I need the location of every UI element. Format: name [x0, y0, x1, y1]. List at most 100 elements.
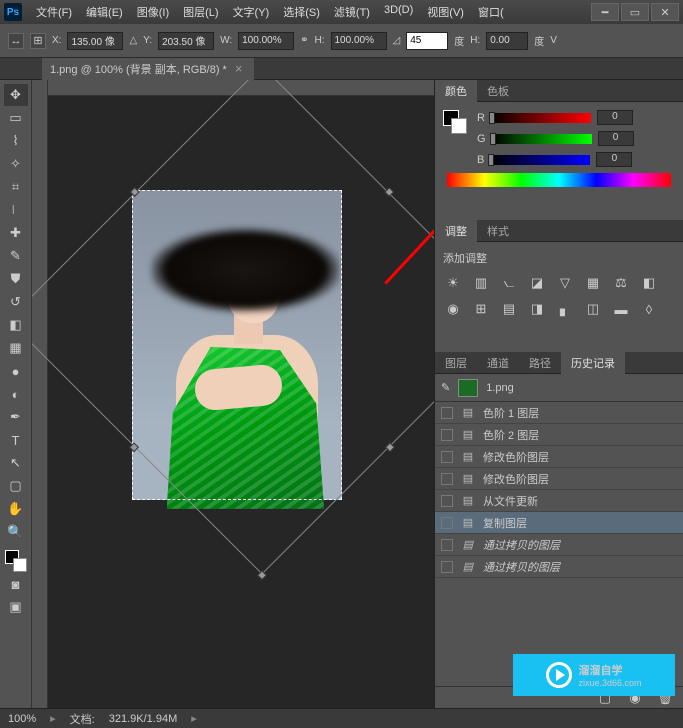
marquee-tool[interactable]: ▭ [4, 107, 28, 129]
close-tab-icon[interactable]: × [235, 61, 243, 76]
vibrance-icon[interactable]: ▽ [555, 274, 575, 292]
delta-icon[interactable]: △ [129, 35, 137, 46]
menu-select[interactable]: 选择(S) [277, 1, 326, 23]
photo-filter-icon[interactable]: ◉ [443, 300, 463, 318]
color-swatch[interactable] [5, 550, 27, 572]
bw-icon[interactable]: ◧ [639, 274, 659, 292]
selective-icon[interactable]: ◊ [639, 300, 659, 318]
angle-input[interactable] [406, 32, 448, 50]
y-input[interactable] [158, 32, 214, 50]
menu-file[interactable]: 文件(F) [30, 1, 78, 23]
brush-tool[interactable]: ✎ [4, 245, 28, 267]
hue-icon[interactable]: ▦ [583, 274, 603, 292]
tab-adjustments[interactable]: 调整 [435, 220, 477, 242]
g-value[interactable]: 0 [598, 131, 634, 146]
move-tool[interactable]: ✥ [4, 84, 28, 106]
wand-tool[interactable]: ✧ [4, 153, 28, 175]
b-slider[interactable] [490, 155, 590, 165]
minimize-button[interactable]: ━ [591, 3, 619, 21]
history-snapshot[interactable]: ✎ 1.png [435, 374, 683, 402]
brightness-icon[interactable]: ☀ [443, 274, 463, 292]
tab-color[interactable]: 颜色 [435, 80, 477, 102]
history-checkbox[interactable] [441, 473, 453, 485]
maximize-button[interactable]: ▭ [621, 3, 649, 21]
zoom-level[interactable]: 100% [8, 713, 36, 725]
history-item[interactable]: ▤色阶 1 图层 [435, 402, 683, 424]
crop-tool[interactable]: ⌗ [4, 176, 28, 198]
g-slider[interactable] [492, 134, 592, 144]
balance-icon[interactable]: ⚖ [611, 274, 631, 292]
menu-image[interactable]: 图像(I) [131, 1, 175, 23]
history-item[interactable]: ▤修改色阶图层 [435, 446, 683, 468]
curves-icon[interactable]: ⦦ [499, 274, 519, 292]
path-tool[interactable]: ↖ [4, 452, 28, 474]
hand-tool[interactable]: ✋ [4, 498, 28, 520]
mixer-icon[interactable]: ⊞ [471, 300, 491, 318]
history-checkbox[interactable] [441, 539, 453, 551]
poster-icon[interactable]: ▖ [555, 300, 575, 318]
menu-layer[interactable]: 图层(L) [177, 1, 224, 23]
history-step-label: 通过拷贝的图层 [483, 537, 560, 553]
type-tool[interactable]: T [4, 429, 28, 451]
history-item[interactable]: ▤复制图层 [435, 512, 683, 534]
history-item[interactable]: ▤通过拷贝的图层 [435, 534, 683, 556]
b-value[interactable]: 0 [596, 152, 632, 167]
levels-icon[interactable]: ▥ [471, 274, 491, 292]
history-checkbox[interactable] [441, 451, 453, 463]
lookup-icon[interactable]: ▤ [499, 300, 519, 318]
gradient-tool[interactable]: ▦ [4, 337, 28, 359]
menu-3d[interactable]: 3D(D) [378, 1, 419, 23]
zoom-tool[interactable]: 🔍 [4, 521, 28, 543]
screenmode-tool[interactable]: ▣ [4, 596, 28, 618]
pen-tool[interactable]: ✒ [4, 406, 28, 428]
h-input[interactable] [331, 32, 387, 50]
quickmask-tool[interactable]: ◙ [4, 573, 28, 595]
tab-channels[interactable]: 通道 [477, 352, 519, 374]
eraser-tool[interactable]: ◧ [4, 314, 28, 336]
x-input[interactable] [67, 32, 123, 50]
history-checkbox[interactable] [441, 495, 453, 507]
r-value[interactable]: 0 [597, 110, 633, 125]
tab-styles[interactable]: 样式 [477, 220, 519, 242]
color-spectrum[interactable] [447, 173, 671, 187]
lasso-tool[interactable]: ⌇ [4, 130, 28, 152]
menu-view[interactable]: 视图(V) [421, 1, 470, 23]
history-checkbox[interactable] [441, 429, 453, 441]
history-item[interactable]: ▤色阶 2 图层 [435, 424, 683, 446]
tab-history[interactable]: 历史记录 [561, 352, 625, 374]
heal-tool[interactable]: ✚ [4, 222, 28, 244]
close-button[interactable]: ✕ [651, 3, 679, 21]
menu-filter[interactable]: 滤镜(T) [328, 1, 376, 23]
reference-point-icon[interactable]: ⊞ [30, 33, 46, 49]
tab-paths[interactable]: 路径 [519, 352, 561, 374]
history-item[interactable]: ▤修改色阶图层 [435, 468, 683, 490]
link-icon[interactable]: ⚭ [300, 35, 308, 46]
exposure-icon[interactable]: ◪ [527, 274, 547, 292]
tab-swatches[interactable]: 色板 [477, 80, 519, 102]
history-checkbox[interactable] [441, 517, 453, 529]
w-input[interactable] [238, 32, 294, 50]
menu-edit[interactable]: 编辑(E) [80, 1, 129, 23]
invert-icon[interactable]: ◨ [527, 300, 547, 318]
canvas[interactable] [32, 80, 434, 708]
eyedropper-tool[interactable]: ⃒ [4, 199, 28, 221]
threshold-icon[interactable]: ◫ [583, 300, 603, 318]
color-swatch-panel[interactable] [443, 110, 467, 134]
dodge-tool[interactable]: ◐ [4, 383, 28, 405]
transform-tool-icon[interactable]: ↔ [8, 33, 24, 49]
history-brush-tool[interactable]: ↺ [4, 291, 28, 313]
h2-input[interactable] [486, 32, 528, 50]
history-checkbox[interactable] [441, 561, 453, 573]
history-item[interactable]: ▤从文件更新 [435, 490, 683, 512]
history-checkbox[interactable] [441, 407, 453, 419]
menu-window[interactable]: 窗口( [472, 1, 510, 23]
history-item[interactable]: ▤通过拷贝的图层 [435, 556, 683, 578]
stamp-tool[interactable]: ⛊ [4, 268, 28, 290]
menu-type[interactable]: 文字(Y) [227, 1, 276, 23]
gradient-map-icon[interactable]: ▬ [611, 300, 631, 318]
document-tab[interactable]: 1.png @ 100% (背景 副本, RGB/8) * × [42, 58, 254, 80]
r-slider[interactable] [491, 113, 591, 123]
tab-layers[interactable]: 图层 [435, 352, 477, 374]
shape-tool[interactable]: ▢ [4, 475, 28, 497]
blur-tool[interactable]: ● [4, 360, 28, 382]
